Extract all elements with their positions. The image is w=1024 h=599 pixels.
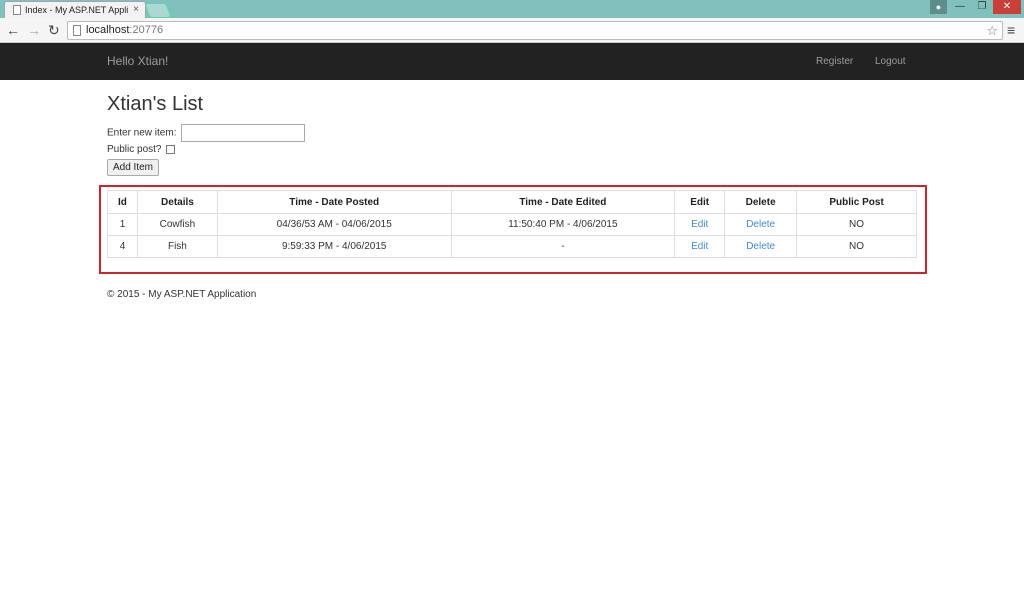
page-icon [73,25,81,36]
public-post-checkbox[interactable] [166,144,176,154]
new-item-label: Enter new item: [107,127,177,139]
edit-link[interactable]: Edit [674,213,726,236]
edit-link[interactable]: Edit [674,235,726,258]
cell-details: Cowfish [136,213,218,236]
url-port: :20776 [129,24,164,36]
table-header-row: Id Details Time - Date Posted Time - Dat… [107,190,917,214]
reload-icon[interactable]: ↻ [48,21,60,39]
cell-date-edited: 11:50:40 PM - 4/06/2015 [450,213,676,236]
hamburger-menu-icon[interactable]: ≡ [1007,21,1015,39]
cell-date-posted: 9:59:33 PM - 4/06/2015 [216,235,452,258]
table-row: 4 Fish 9:59:33 PM - 4/06/2015 - Edit Del… [107,235,917,258]
cell-public-post: NO [796,213,917,236]
cell-id: 1 [107,213,138,236]
header-id: Id [107,190,138,214]
browser-tabstrip: Index - My ASP.NET Appli × ● — ❐ ✕ [0,0,1024,18]
header-public-post: Public Post [796,190,917,214]
cell-date-posted: 04/36/53 AM - 04/06/2015 [216,213,452,236]
header-details: Details [136,190,218,214]
cell-date-edited: - [450,235,676,258]
browser-tab[interactable]: Index - My ASP.NET Appli × [4,1,146,18]
cell-details: Fish [136,235,218,258]
logout-link[interactable]: Logout [875,43,906,80]
back-arrow-icon[interactable]: ← [6,21,20,39]
new-item-row: Enter new item: [107,124,306,142]
table-row: 1 Cowfish 04/36/53 AM - 04/06/2015 11:50… [107,213,917,236]
browser-toolbar: ← → ↻ localhost:20776 ☆ ≡ [0,18,1024,43]
new-item-input[interactable] [181,124,306,142]
add-item-button[interactable]: Add Item [107,159,159,176]
address-bar[interactable]: localhost:20776 ☆ [67,21,1003,40]
public-post-label: Public post? [107,144,162,155]
close-window-icon[interactable]: ✕ [993,0,1021,14]
document-icon [13,5,21,15]
minimize-icon[interactable]: — [949,0,971,14]
forward-arrow-icon[interactable]: → [27,21,41,39]
header-delete: Delete [724,190,798,214]
site-navbar: Hello Xtian! Register Logout [0,43,1024,80]
tab-title: Index - My ASP.NET Appli [25,5,129,15]
delete-link[interactable]: Delete [724,235,798,258]
new-tab-button[interactable] [145,4,171,17]
footer-text: © 2015 - My ASP.NET Application [107,289,257,300]
navbar-brand[interactable]: Hello Xtian! [107,43,168,80]
tab-close-icon[interactable]: × [133,2,139,18]
header-edit: Edit [674,190,726,214]
bookmark-star-icon[interactable]: ☆ [986,22,998,39]
register-link[interactable]: Register [816,43,853,80]
items-table: Id Details Time - Date Posted Time - Dat… [107,190,917,258]
header-date-edited: Time - Date Edited [450,190,676,214]
user-icon[interactable]: ● [930,0,947,14]
cell-public-post: NO [796,235,917,258]
url-host: localhost [86,24,130,36]
delete-link[interactable]: Delete [724,213,798,236]
maximize-icon[interactable]: ❐ [971,0,993,14]
public-post-row: Public post? [107,144,176,155]
header-date-posted: Time - Date Posted [216,190,452,214]
url-text: localhost:20776 [86,22,163,39]
page-title: Xtian's List [107,93,204,115]
cell-id: 4 [107,235,138,258]
